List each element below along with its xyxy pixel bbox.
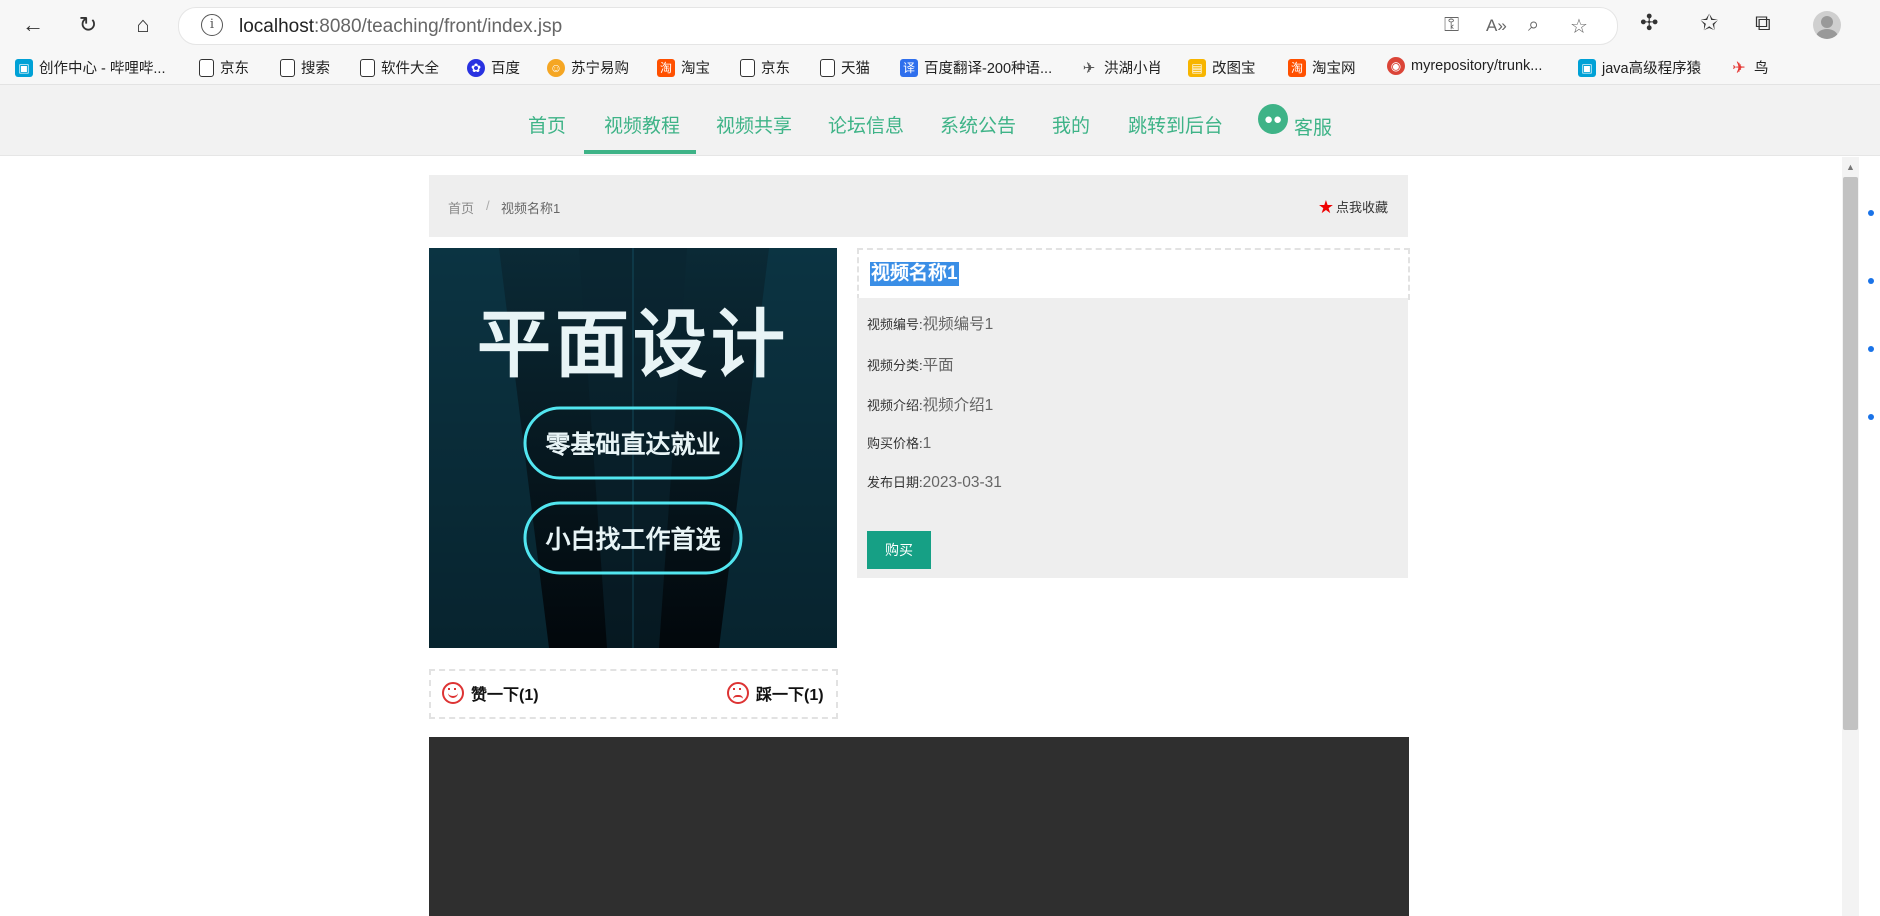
breadcrumb-current: 视频名称1 xyxy=(501,201,561,216)
bookmark-item[interactable]: ◉ myrepository/trunk... xyxy=(1387,57,1542,75)
video-cover-image: 平面设计 零基础直达就业 小白找工作首选 xyxy=(429,248,837,648)
smile-icon xyxy=(442,682,464,704)
suning-icon: ☺ xyxy=(547,58,565,77)
bookmark-item[interactable]: ✈ 鸟 xyxy=(1730,57,1768,78)
cover-title: 平面设计 xyxy=(477,302,789,388)
bilibili-icon: ▣ xyxy=(1578,58,1596,77)
bookmark-item[interactable]: 京东 xyxy=(740,57,790,78)
breadcrumb-separator: / xyxy=(486,198,490,213)
read-aloud-icon[interactable]: A» xyxy=(1486,16,1507,36)
nav-video-tutorials[interactable]: 视频教程 xyxy=(604,111,680,138)
nav-admin[interactable]: 跳转到后台 xyxy=(1128,111,1223,138)
bookmark-item[interactable]: 京东 xyxy=(199,57,249,78)
buy-button[interactable]: 购买 xyxy=(867,531,931,569)
bookmark-item[interactable]: 淘淘宝网 xyxy=(1288,57,1356,78)
detail-row: 发布日期:2023-03-31 xyxy=(867,474,1002,491)
page-icon xyxy=(740,58,755,77)
wechat-icon[interactable]: ●● xyxy=(1258,104,1288,134)
nav-announcements[interactable]: 系统公告 xyxy=(940,111,1016,138)
home-icon[interactable]: ⌂ xyxy=(128,10,158,40)
bookmark-item[interactable]: ✿ 百度 xyxy=(467,57,520,78)
bookmark-item[interactable]: ▤ 改图宝 xyxy=(1188,57,1256,78)
star-icon: ★ xyxy=(1317,196,1334,217)
active-tab-indicator xyxy=(584,150,696,154)
cover-badge-2: 小白找工作首选 xyxy=(545,525,720,554)
video-title-box: 视频名称1 xyxy=(857,248,1410,300)
breadcrumb: 首页 / 视频名称1 ★ 点我收藏 xyxy=(429,175,1408,237)
scrollbar-thumb[interactable] xyxy=(1843,177,1858,730)
page-icon xyxy=(280,58,295,77)
bookmark-item[interactable]: ☺ 苏宁易购 xyxy=(547,57,629,78)
page-icon xyxy=(360,58,375,77)
favorite-button[interactable]: ★ 点我收藏 xyxy=(1318,197,1388,216)
cover-badge-1: 零基础直达就业 xyxy=(544,430,720,459)
detail-row: 购买价格:1 xyxy=(867,435,932,452)
page-icon xyxy=(820,58,835,77)
bookmark-item[interactable]: 搜索 xyxy=(280,57,330,78)
collections-icon[interactable]: ⧉ xyxy=(1755,10,1771,36)
detail-row: 视频介绍:视频介绍1 xyxy=(867,397,994,414)
browser-toolbar: ← ↻ ⌂ i localhost:8080/teaching/front/in… xyxy=(0,0,1880,50)
nav-home[interactable]: 首页 xyxy=(528,111,566,138)
url-text[interactable]: localhost:8080/teaching/front/index.jsp xyxy=(239,16,562,38)
detail-row: 视频编号:视频编号1 xyxy=(867,316,994,333)
vote-bar: 赞一下(1) 踩一下(1) xyxy=(429,669,838,719)
bookmark-item[interactable]: ▣ java高级程序猿 xyxy=(1578,57,1701,78)
info-icon[interactable]: i xyxy=(201,14,223,36)
key-icon[interactable]: ⚿ xyxy=(1444,14,1459,37)
site-nav: 首页 视频教程 视频共享 论坛信息 系统公告 我的 跳转到后台 ●● 客服 xyxy=(0,85,1880,156)
video-player[interactable] xyxy=(429,737,1409,916)
bookmark-item[interactable]: 软件大全 xyxy=(360,57,439,78)
baidu-icon: ✿ xyxy=(467,58,485,77)
dislike-button[interactable]: 踩一下(1) xyxy=(727,681,824,705)
address-bar[interactable]: i localhost:8080/teaching/front/index.js… xyxy=(178,7,1618,45)
nav-forum[interactable]: 论坛信息 xyxy=(828,111,904,138)
bilibili-icon: ▣ xyxy=(15,58,33,77)
bookmarks-bar: ▣ 创作中心 - 哔哩哔... 京东 搜索 软件大全 ✿ 百度 ☺ 苏宁易购 淘淘宝 … xyxy=(0,50,1880,85)
bookmark-item[interactable]: ▣ 创作中心 - 哔哩哔... xyxy=(15,57,165,78)
chrome-icon: ◉ xyxy=(1387,57,1405,75)
translate-icon: 译 xyxy=(900,58,918,77)
bird-icon: ✈ xyxy=(1082,59,1096,77)
video-title: 视频名称1 xyxy=(870,262,959,286)
profile-avatar[interactable] xyxy=(1813,11,1841,39)
nav-customer-service[interactable]: 客服 xyxy=(1294,113,1332,140)
bookmark-item[interactable]: 淘淘宝 xyxy=(657,57,710,78)
nav-video-share[interactable]: 视频共享 xyxy=(716,111,792,138)
favorites-icon[interactable]: ✩ xyxy=(1700,10,1718,36)
bird-red-icon: ✈ xyxy=(1732,59,1746,77)
scroll-up-arrow-icon[interactable]: ▲ xyxy=(1846,162,1855,172)
side-panel-edge xyxy=(1868,210,1876,482)
detail-row: 视频分类:平面 xyxy=(867,357,954,374)
extensions-icon[interactable]: ✣ xyxy=(1640,10,1658,36)
gaitubao-icon: ▤ xyxy=(1188,58,1206,77)
back-icon[interactable]: ← xyxy=(18,10,48,40)
frown-icon xyxy=(727,682,749,704)
cover-graphic: 平面设计 零基础直达就业 小白找工作首选 xyxy=(429,248,837,648)
breadcrumb-home[interactable]: 首页 xyxy=(448,198,474,217)
nav-mine[interactable]: 我的 xyxy=(1052,111,1090,138)
like-button[interactable]: 赞一下(1) xyxy=(442,681,539,705)
taobao-icon: 淘 xyxy=(1288,58,1306,77)
favorite-add-icon[interactable]: ☆ xyxy=(1570,14,1588,39)
bookmark-item[interactable]: 天猫 xyxy=(820,57,870,78)
zoom-icon[interactable]: ⌕ xyxy=(1528,14,1539,37)
taobao-icon: 淘 xyxy=(657,58,675,77)
page-icon xyxy=(199,58,214,77)
bookmark-item[interactable]: ✈ 洪湖小肖 xyxy=(1080,57,1162,78)
refresh-icon[interactable]: ↻ xyxy=(73,10,103,40)
bookmark-item[interactable]: 译百度翻译-200种语... xyxy=(900,57,1052,78)
video-details: 视频编号:视频编号1 视频分类:平面 视频介绍:视频介绍1 购买价格:1 发布日… xyxy=(857,298,1408,578)
